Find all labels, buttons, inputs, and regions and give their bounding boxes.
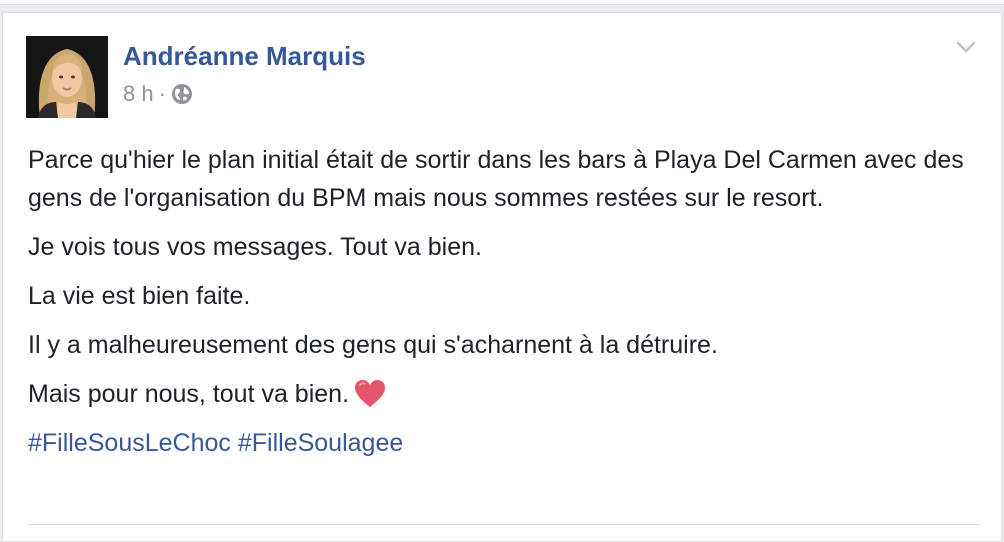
divider [28,524,980,525]
meta-separator: · [158,81,166,106]
post-paragraph-with-emoji: Mais pour nous, tout va bien. [28,375,978,413]
previous-post-edge [0,0,1004,5]
heart-icon [353,378,387,408]
hashtag-link[interactable]: #FilleSoulagee [238,429,403,457]
avatar-photo [26,36,108,118]
globe-icon[interactable] [171,83,193,105]
chevron-down-icon[interactable] [955,39,977,55]
post-paragraph: Il y a malheureusement des gens qui s'ac… [28,331,718,359]
hashtag-link[interactable]: #FilleSousLeChoc [28,429,231,457]
post-body: Parce qu'hier le plan initial était de s… [28,141,978,473]
post-paragraph-text: Mais pour nous, tout va bien. [28,380,350,408]
post-card: Andréanne Marquis 8 h · Parce qu'hier le… [2,12,1002,542]
post-paragraph: Je vois tous vos messages. Tout va bien. [28,233,482,261]
post-paragraph: La vie est bien faite. [28,282,251,310]
author-name[interactable]: Andréanne Marquis [123,41,366,72]
post-meta: 8 h · [123,81,193,107]
hashtags: #FilleSousLeChoc #FilleSoulagee [28,424,978,462]
post-paragraph: Parce qu'hier le plan initial était de s… [28,146,964,212]
post-timestamp[interactable]: 8 h [123,81,154,107]
avatar[interactable] [26,36,108,118]
